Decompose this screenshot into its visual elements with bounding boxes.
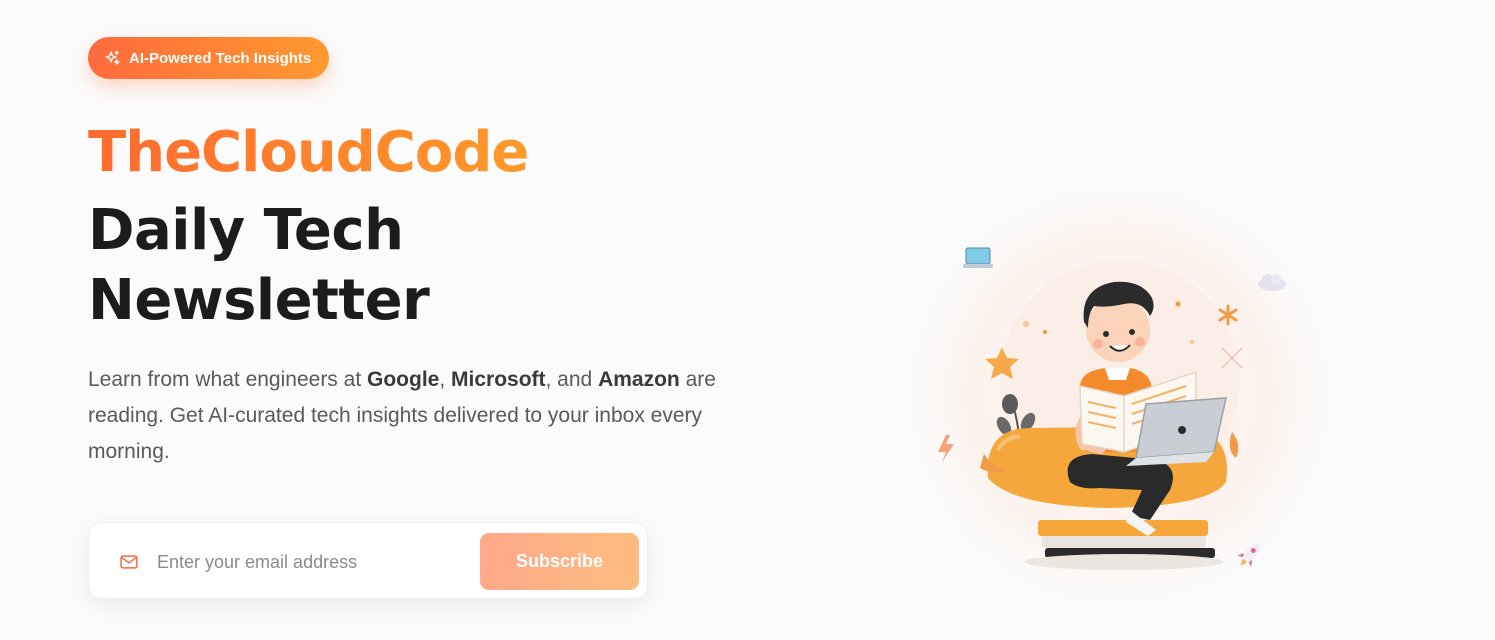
newsletter-illustration	[895, 190, 1340, 620]
headline-line-2: Newsletter	[88, 268, 430, 333]
badge-label: AI-Powered Tech Insights	[129, 49, 312, 67]
page-title: Daily Tech Newsletter	[88, 196, 430, 336]
brand-name: TheCloudCode	[88, 118, 529, 188]
feature-badge: AI-Powered Tech Insights	[88, 37, 330, 79]
dot-decoration	[1043, 330, 1047, 334]
dot-decoration	[1023, 321, 1029, 327]
newsletter-signup-form: Subscribe	[88, 522, 648, 599]
sparkle-icon	[105, 50, 120, 65]
desc-text: ,	[439, 368, 452, 391]
email-input[interactable]	[155, 541, 459, 583]
desc-text: , and	[545, 368, 599, 391]
mail-icon	[120, 555, 138, 569]
company-amazon: Amazon	[598, 368, 680, 391]
dot-decoration	[1175, 301, 1181, 307]
book-stack	[1024, 520, 1224, 570]
headline-line-1: Daily Tech	[88, 198, 404, 263]
dot-decoration	[1190, 340, 1194, 344]
company-microsoft: Microsoft	[451, 368, 546, 391]
laptop-icon	[963, 247, 993, 268]
hero-description: Learn from what engineers at Google, Mic…	[88, 362, 738, 470]
company-google: Google	[367, 368, 440, 391]
desc-text: Learn from what engineers at	[88, 368, 367, 391]
subscribe-button[interactable]: Subscribe	[480, 533, 639, 590]
